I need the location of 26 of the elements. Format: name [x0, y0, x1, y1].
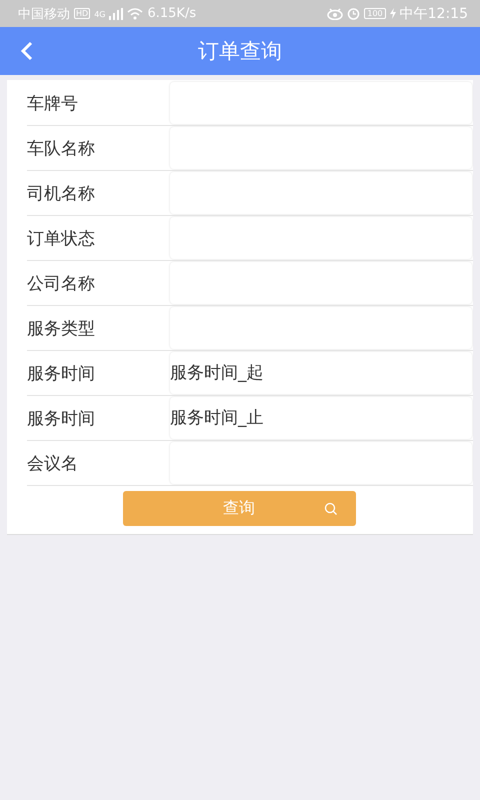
field-label: 司机名称	[27, 182, 96, 206]
field-label: 订单状态	[27, 228, 96, 250]
charging-icon	[390, 8, 396, 19]
field-label: 车队名称	[27, 138, 96, 160]
field-label: 服务类型	[27, 318, 96, 340]
input-field[interactable]	[170, 217, 472, 259]
field-label: 服务时间	[27, 362, 96, 386]
wifi-icon	[127, 8, 144, 20]
input-field[interactable]	[170, 442, 472, 484]
field-label: 会议名	[27, 452, 79, 476]
input-field[interactable]: 服务时间_起	[170, 352, 472, 394]
input-field[interactable]	[170, 82, 472, 124]
alarm-icon	[347, 7, 360, 20]
search-icon	[324, 502, 338, 516]
input-field[interactable]	[170, 262, 472, 304]
field-label: 公司名称	[27, 272, 96, 296]
input-field[interactable]: 服务时间_止	[170, 397, 472, 439]
input-field[interactable]	[170, 307, 472, 349]
input-field[interactable]	[170, 127, 472, 169]
signal-icon	[109, 8, 124, 20]
page-title: 订单查询	[198, 38, 282, 65]
eye-icon	[327, 8, 344, 20]
input-field[interactable]	[170, 172, 472, 214]
field-label: 服务时间	[27, 408, 96, 430]
search-button[interactable]: 查询	[122, 491, 356, 526]
field-label: 车牌号	[27, 92, 79, 116]
